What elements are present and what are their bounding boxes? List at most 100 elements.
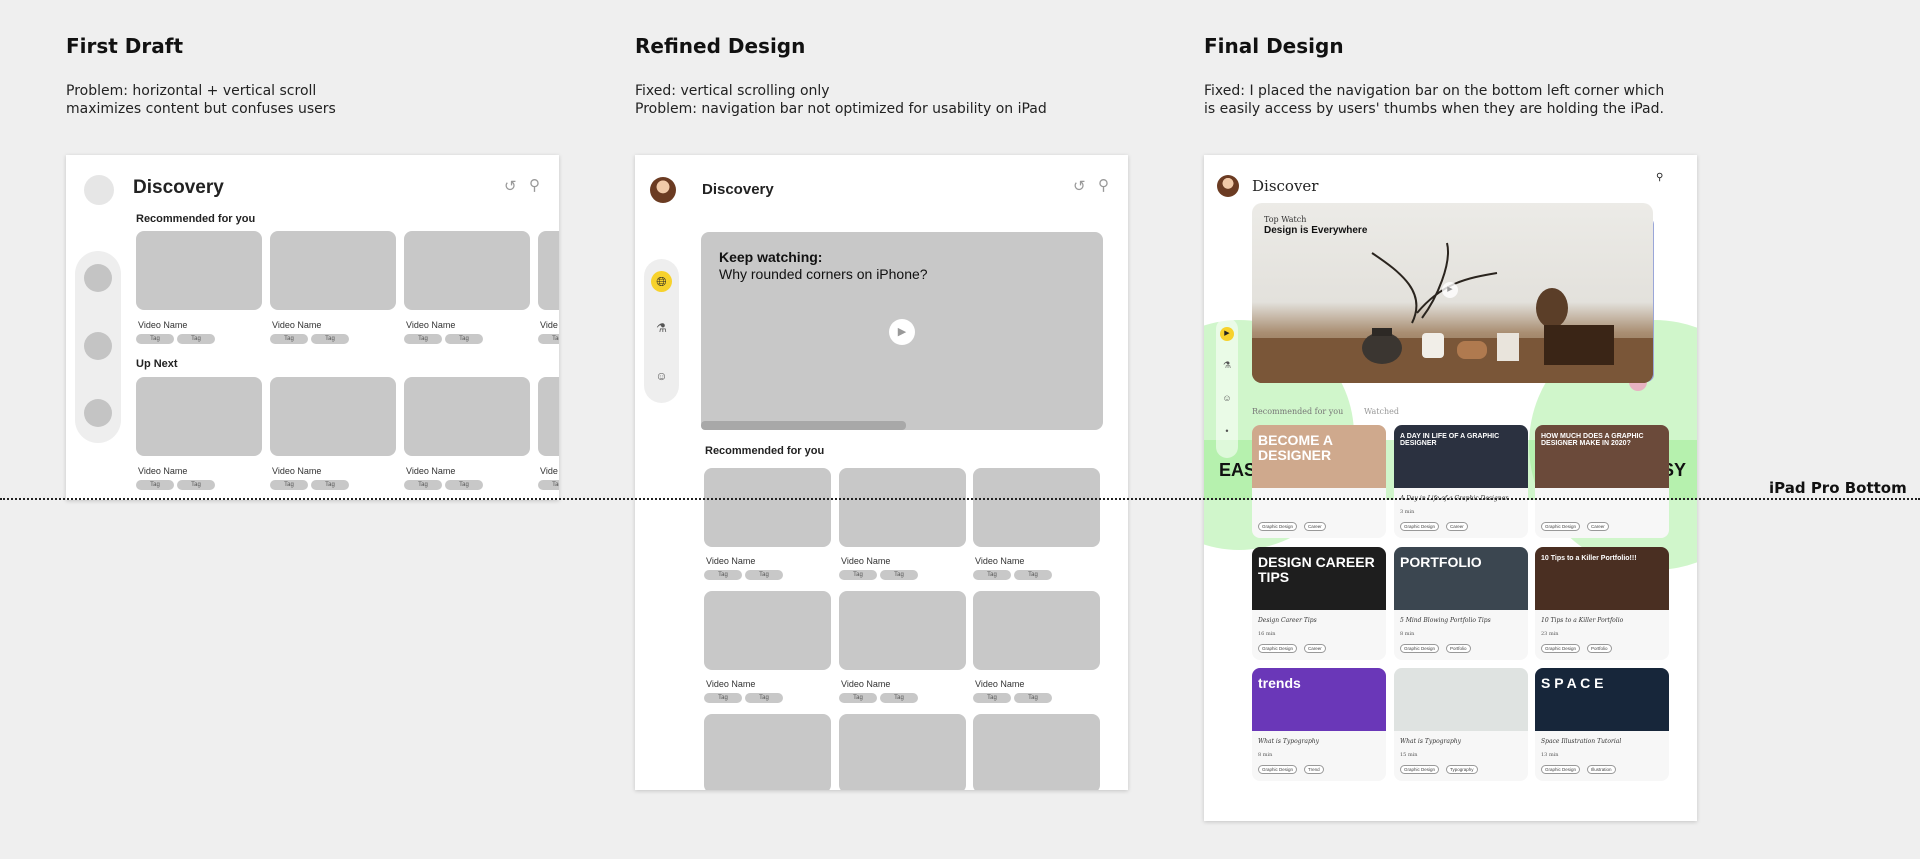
continue-watching-card[interactable]: Keep watching: Why rounded corners on iP… — [701, 232, 1103, 430]
people-icon[interactable]: ☺ — [1220, 393, 1234, 403]
tag-chip[interactable]: Illustration — [1587, 765, 1616, 774]
tag-chip[interactable]: Tag — [404, 334, 442, 344]
tag-chip[interactable]: Trend — [1304, 765, 1324, 774]
tag-chip[interactable]: Tag — [538, 334, 559, 344]
video-thumbnail[interactable] — [973, 591, 1100, 670]
avatar[interactable] — [84, 175, 114, 205]
tag-chip[interactable]: Typography — [1446, 765, 1478, 774]
tag-chip[interactable]: Tag — [839, 693, 877, 703]
flask-icon[interactable]: ⚗ — [651, 321, 672, 335]
avatar[interactable] — [650, 177, 676, 203]
tag-chip[interactable]: Graphic Design — [1258, 644, 1298, 653]
tag-chip[interactable]: Career — [1446, 522, 1468, 531]
profile-icon[interactable]: • — [1220, 426, 1234, 436]
tag-chip[interactable]: Graphic Design — [1541, 644, 1581, 653]
progress-bar[interactable] — [701, 421, 906, 430]
video-thumbnail[interactable] — [538, 231, 559, 310]
tag-chip[interactable]: Tag — [1014, 693, 1052, 703]
video-thumbnail[interactable]: PORTFOLIO — [1394, 547, 1528, 610]
tag-chip[interactable]: Graphic Design — [1541, 765, 1581, 774]
tag-chip[interactable]: Tag — [136, 480, 174, 490]
video-thumbnail[interactable]: S P A C E — [1535, 668, 1669, 731]
video-card[interactable]: DESIGN CAREER TIPS Design Career Tips 16 m… — [1252, 547, 1386, 660]
video-card[interactable]: S P A C E Space Illustration Tutorial 13 m… — [1535, 668, 1669, 781]
video-thumbnail[interactable] — [839, 714, 966, 790]
nav-item[interactable] — [84, 264, 112, 292]
nav-item[interactable] — [84, 399, 112, 427]
video-thumbnail[interactable]: DESIGN CAREER TIPS — [1252, 547, 1386, 610]
globe-icon[interactable]: 🌐︎ — [651, 271, 672, 292]
tag-chip[interactable]: Tag — [745, 570, 783, 580]
tag-chip[interactable]: Tag — [136, 334, 174, 344]
video-thumbnail[interactable] — [404, 377, 530, 456]
video-thumbnail[interactable]: 10 Tips to a Killer Portfolio!!! — [1535, 547, 1669, 610]
tag-chip[interactable]: Tag — [880, 693, 918, 703]
tag-chip[interactable]: Graphic Design — [1258, 522, 1298, 531]
hero-banner[interactable]: Top Watch Design is Everywhere ▶ — [1252, 203, 1653, 383]
tag-chip[interactable]: Career — [1304, 644, 1326, 653]
tag-chip[interactable]: Tag — [880, 570, 918, 580]
tag-chip[interactable]: Tag — [973, 570, 1011, 580]
search-icon[interactable]: ⚲ — [1098, 178, 1109, 193]
tag-chip[interactable]: Tag — [445, 480, 483, 490]
video-card[interactable]: trends What is Typography 8 min Graphic Des… — [1252, 668, 1386, 781]
video-card[interactable]: 10 Tips to a Killer Portfolio!!! 10 Tips … — [1535, 547, 1669, 660]
video-thumbnail[interactable] — [973, 468, 1100, 547]
search-icon[interactable]: ⚲ — [1656, 173, 1663, 183]
tag-chip[interactable]: Tag — [404, 480, 442, 490]
video-thumbnail[interactable] — [704, 591, 831, 670]
tag-chip[interactable]: Graphic Design — [1541, 522, 1581, 531]
tag-chip[interactable]: Tag — [1014, 570, 1052, 580]
tag-chip[interactable]: Portfolio — [1587, 644, 1612, 653]
play-button[interactable]: ▶ — [1442, 282, 1458, 298]
history-icon[interactable]: ↺ — [504, 179, 517, 194]
tag-chip[interactable]: Graphic Design — [1400, 765, 1440, 774]
play-button[interactable]: ▶ — [889, 319, 915, 345]
tag-chip[interactable]: Tag — [745, 693, 783, 703]
search-icon[interactable]: ⚲ — [529, 178, 540, 193]
flask-icon[interactable]: ⚗ — [1220, 360, 1234, 371]
video-thumbnail[interactable] — [704, 468, 831, 547]
avatar[interactable] — [1217, 175, 1239, 197]
tab-recommended[interactable]: Recommended for you — [1252, 407, 1343, 416]
video-thumbnail[interactable]: HOW MUCH DOES A GRAPHIC DESIGNER MAKE IN… — [1535, 425, 1669, 488]
tag-chip[interactable]: Tag — [177, 480, 215, 490]
video-card[interactable]: BECOME A DESIGNER Graphic Design Career — [1252, 425, 1386, 538]
nav-item[interactable] — [84, 332, 112, 360]
tag-chip[interactable]: Tag — [973, 693, 1011, 703]
tag-chip[interactable]: Tag — [704, 570, 742, 580]
video-thumbnail[interactable] — [136, 231, 262, 310]
history-icon[interactable]: ↺ — [1073, 179, 1086, 194]
tag-chip[interactable]: Career — [1587, 522, 1609, 531]
video-thumbnail[interactable]: BECOME A DESIGNER — [1252, 425, 1386, 488]
tag-chip[interactable]: Tag — [839, 570, 877, 580]
people-icon[interactable]: ☺ — [651, 369, 672, 383]
tab-watched[interactable]: Watched — [1364, 407, 1399, 416]
video-card[interactable]: A DAY IN LIFE OF A GRAPHIC DESIGNER A Day… — [1394, 425, 1528, 538]
video-thumbnail[interactable] — [839, 591, 966, 670]
tag-chip[interactable]: Graphic Design — [1400, 522, 1440, 531]
video-card[interactable]: HOW MUCH DOES A GRAPHIC DESIGNER MAKE IN… — [1535, 425, 1669, 538]
tag-chip[interactable]: Tag — [704, 693, 742, 703]
tag-chip[interactable]: Tag — [311, 480, 349, 490]
tag-chip[interactable]: Portfolio — [1446, 644, 1471, 653]
video-thumbnail[interactable] — [1394, 668, 1528, 731]
video-thumbnail[interactable] — [270, 377, 396, 456]
tag-chip[interactable]: Graphic Design — [1258, 765, 1298, 774]
video-thumbnail[interactable]: A DAY IN LIFE OF A GRAPHIC DESIGNER — [1394, 425, 1528, 488]
video-thumbnail[interactable] — [704, 714, 831, 790]
tag-chip[interactable]: Tag — [270, 480, 308, 490]
video-thumbnail[interactable] — [404, 231, 530, 310]
video-thumbnail[interactable] — [270, 231, 396, 310]
video-card[interactable]: PORTFOLIO 5 Mind Blowing Portfolio Tips 8 … — [1394, 547, 1528, 660]
tag-chip[interactable]: Tag — [538, 480, 559, 490]
video-thumbnail[interactable] — [839, 468, 966, 547]
tag-chip[interactable]: Tag — [177, 334, 215, 344]
tag-chip[interactable]: Career — [1304, 522, 1326, 531]
play-tab-icon[interactable]: ▶ — [1220, 327, 1234, 341]
tag-chip[interactable]: Tag — [445, 334, 483, 344]
tag-chip[interactable]: Graphic Design — [1400, 644, 1440, 653]
video-thumbnail[interactable]: trends — [1252, 668, 1386, 731]
video-card[interactable]: What is Typography 15 min Graphic Design Ty… — [1394, 668, 1528, 781]
tag-chip[interactable]: Tag — [311, 334, 349, 344]
